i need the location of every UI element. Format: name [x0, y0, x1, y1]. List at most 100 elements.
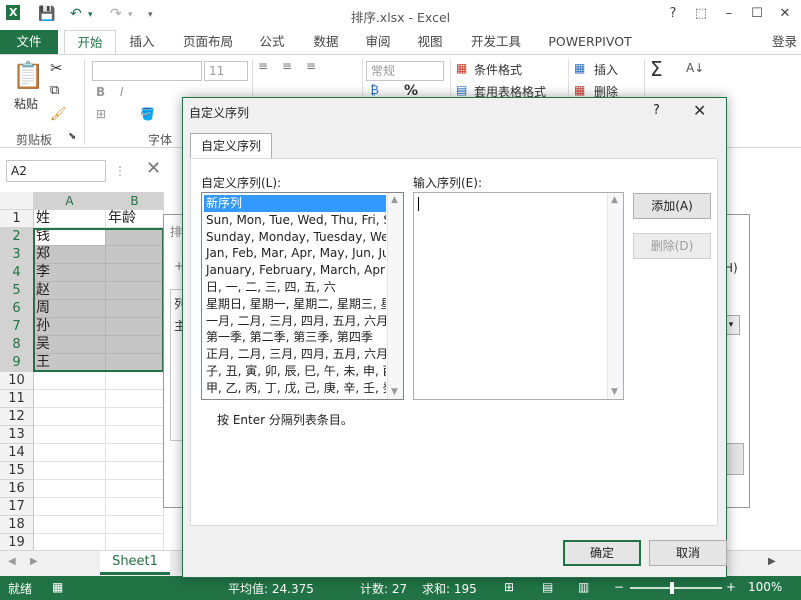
fill-color-icon[interactable]: 🪣: [140, 107, 155, 121]
scroll-up-icon[interactable]: ▲: [611, 195, 618, 205]
cell[interactable]: 姓: [34, 210, 106, 228]
cell[interactable]: [106, 444, 164, 462]
italic-button[interactable]: I: [120, 85, 124, 99]
select-all-corner[interactable]: [0, 192, 34, 210]
formula-options-icon[interactable]: ⋮: [114, 164, 126, 178]
list-item[interactable]: 正月, 二月, 三月, 四月, 五月, 六月,: [204, 346, 386, 363]
delete-button[interactable]: 删除(D): [633, 233, 711, 259]
add-button[interactable]: 添加(A): [633, 193, 711, 219]
cancel-entry-icon[interactable]: ✕: [146, 158, 161, 179]
scroll-up-icon[interactable]: ▲: [391, 195, 398, 205]
row-header[interactable]: 11: [0, 390, 34, 408]
dialog-help-icon[interactable]: ?: [653, 103, 660, 118]
bold-button[interactable]: B: [96, 85, 105, 99]
list-item[interactable]: 第一季, 第二季, 第三季, 第四季: [204, 329, 386, 346]
row-header[interactable]: 12: [0, 408, 34, 426]
page-layout-view-icon[interactable]: ▤: [542, 580, 553, 594]
cell[interactable]: [106, 498, 164, 516]
row-header[interactable]: 15: [0, 462, 34, 480]
conditional-format-button[interactable]: 条件格式: [474, 61, 522, 78]
sheet-scroll-left-icon[interactable]: ◀: [8, 556, 16, 567]
tab-page-layout[interactable]: 页面布局: [176, 30, 240, 54]
cell[interactable]: [34, 372, 106, 390]
tab-review[interactable]: 审阅: [358, 30, 398, 54]
tab-insert[interactable]: 插入: [120, 30, 164, 54]
cell[interactable]: [106, 372, 164, 390]
row-header[interactable]: 6: [0, 300, 34, 318]
row-header[interactable]: 1: [0, 210, 34, 228]
row-header[interactable]: 9: [0, 354, 34, 372]
format-painter-icon[interactable]: 🖌: [50, 107, 67, 122]
row-header[interactable]: 10: [0, 372, 34, 390]
restore-button[interactable]: ☐: [744, 4, 770, 24]
zoom-out-icon[interactable]: −: [614, 580, 624, 594]
currency-icon[interactable]: ₿: [370, 83, 379, 97]
row-header[interactable]: 8: [0, 336, 34, 354]
cell[interactable]: [34, 408, 106, 426]
row-header[interactable]: 17: [0, 498, 34, 516]
scroll-down-icon[interactable]: ▼: [391, 387, 398, 397]
table-format-icon[interactable]: ▤: [456, 83, 467, 97]
clipboard-launcher-icon[interactable]: ⬊: [68, 131, 76, 142]
column-header-a[interactable]: A: [34, 192, 106, 210]
row-header[interactable]: 5: [0, 282, 34, 300]
list-item[interactable]: Sunday, Monday, Tuesday, Wednesday: [204, 229, 386, 246]
row-header[interactable]: 13: [0, 426, 34, 444]
align-middle-icon[interactable]: ≡: [282, 59, 292, 73]
list-entries-textarea[interactable]: ▲ ▼: [413, 192, 624, 400]
tab-view[interactable]: 视图: [410, 30, 450, 54]
cell[interactable]: [34, 390, 106, 408]
sort-filter-icon[interactable]: A↓: [686, 61, 704, 75]
copy-icon[interactable]: ⧉: [50, 83, 59, 98]
cell[interactable]: [34, 444, 106, 462]
cell[interactable]: [34, 498, 106, 516]
cell[interactable]: [106, 390, 164, 408]
list-item[interactable]: 甲, 乙, 丙, 丁, 戊, 己, 庚, 辛, 壬, 癸: [204, 380, 386, 397]
custom-lists-listbox[interactable]: 新序列 Sun, Mon, Tue, Wed, Thu, Fri, Sat Sund…: [201, 192, 404, 400]
font-name-combo[interactable]: [92, 61, 202, 81]
ribbon-display-icon[interactable]: ⬚: [688, 4, 714, 24]
cancel-button[interactable]: 取消: [649, 540, 727, 566]
sheet-tab-sheet1[interactable]: Sheet1: [100, 551, 170, 575]
list-item[interactable]: 一月, 二月, 三月, 四月, 五月, 六月,: [204, 313, 386, 330]
cell[interactable]: [106, 408, 164, 426]
cell[interactable]: [34, 516, 106, 534]
cell[interactable]: [34, 462, 106, 480]
font-size-combo[interactable]: 11: [204, 61, 248, 81]
zoom-slider-track[interactable]: [630, 587, 722, 589]
list-item[interactable]: 新序列: [204, 195, 386, 212]
paste-button[interactable]: 粘贴: [14, 95, 38, 112]
hscroll-right-icon[interactable]: ▶: [768, 556, 776, 567]
macro-record-icon[interactable]: ▦: [52, 580, 63, 594]
tab-home[interactable]: 开始: [64, 30, 116, 55]
tab-custom-lists[interactable]: 自定义序列: [190, 133, 272, 159]
tab-file[interactable]: 文件: [0, 30, 58, 54]
row-header[interactable]: 18: [0, 516, 34, 534]
cell[interactable]: [34, 480, 106, 498]
close-button[interactable]: ✕: [772, 4, 798, 24]
zoom-level[interactable]: 100%: [748, 580, 782, 594]
tab-powerpivot[interactable]: POWERPIVOT: [540, 30, 640, 54]
scroll-down-icon[interactable]: ▼: [611, 387, 618, 397]
tab-formulas[interactable]: 公式: [252, 30, 292, 54]
insert-cells-icon[interactable]: ▦: [574, 61, 585, 75]
cell[interactable]: [106, 462, 164, 480]
borders-icon[interactable]: ⊞: [96, 107, 106, 121]
sheet-scroll-right-icon[interactable]: ▶: [30, 556, 38, 567]
delete-cells-icon[interactable]: ▦: [574, 83, 585, 97]
zoom-slider-thumb[interactable]: [670, 582, 674, 594]
zoom-in-icon[interactable]: +: [726, 580, 736, 594]
cell[interactable]: [34, 426, 106, 444]
row-header[interactable]: 2: [0, 228, 34, 246]
list-item[interactable]: January, February, March, April: [204, 262, 386, 279]
align-top-icon[interactable]: ≡: [258, 59, 268, 73]
cell[interactable]: [106, 480, 164, 498]
entries-scrollbar[interactable]: ▲ ▼: [607, 193, 623, 399]
clipboard-icon[interactable]: 📋: [12, 61, 44, 91]
list-item[interactable]: Sun, Mon, Tue, Wed, Thu, Fri, Sat: [204, 212, 386, 229]
cell[interactable]: [106, 516, 164, 534]
list-item[interactable]: Jan, Feb, Mar, Apr, May, Jun, Jul: [204, 245, 386, 262]
cell[interactable]: [106, 426, 164, 444]
conditional-format-icon[interactable]: ▦: [456, 61, 467, 75]
help-icon[interactable]: ?: [660, 4, 686, 24]
